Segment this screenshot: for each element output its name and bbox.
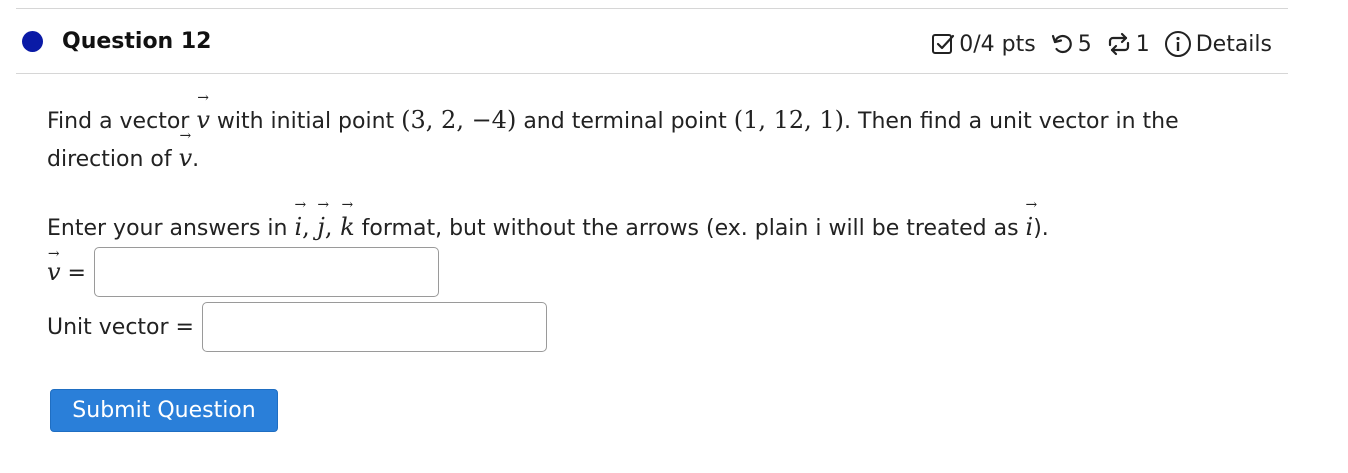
v-answer-label: → v = <box>47 246 86 286</box>
info-icon[interactable] <box>1164 30 1192 58</box>
question-text: Find a vector → v with initial point (3, … <box>47 90 1287 178</box>
unit-vector-label: Unit vector = <box>47 314 194 340</box>
points-text: 0/4 pts <box>959 31 1036 57</box>
question-meta: 0/4 pts 5 1 Details <box>931 30 1272 58</box>
initial-point: (3, 2, −4) <box>401 106 517 134</box>
vector-i: → i <box>1025 197 1038 241</box>
top-divider <box>16 8 1288 9</box>
v-answer-input[interactable] <box>94 247 439 297</box>
unit-answer-row: Unit vector = <box>47 302 547 352</box>
instruction-text-part: Enter your answers in <box>47 216 295 241</box>
format-instructions: Enter your answers in → i, → j, → k format,… <box>47 197 1049 247</box>
question-text-part: direction of <box>47 147 179 172</box>
comma: , <box>302 213 318 241</box>
details-link[interactable]: Details <box>1196 32 1272 57</box>
vector-j: → j <box>317 197 330 241</box>
submit-question-button[interactable]: Submit Question <box>50 389 278 432</box>
question-text-part: with initial point <box>209 109 402 134</box>
retry-icon <box>1050 32 1074 56</box>
vector-v: → v <box>47 246 61 286</box>
question-text-part: Find a vector <box>47 109 197 134</box>
header-divider <box>16 73 1288 74</box>
instruction-text-part: format, but without the arrows (ex. plai… <box>354 216 1026 241</box>
versions-icon <box>1106 32 1132 56</box>
vector-v: → v <box>178 128 193 172</box>
versions-count: 1 <box>1135 31 1150 57</box>
question-text-part: and terminal point <box>516 109 734 134</box>
instruction-text-part: ). <box>1033 216 1049 241</box>
attempts-count: 5 <box>1077 31 1092 57</box>
status-dot <box>22 31 43 52</box>
checkbox-icon <box>931 32 955 56</box>
terminal-point: (1, 12, 1) <box>733 106 845 134</box>
question-text-part: . Then find a unit vector in the <box>844 109 1179 134</box>
v-answer-row: → v = <box>47 247 439 297</box>
vector-i: → i <box>294 197 307 241</box>
comma: , <box>324 213 341 241</box>
question-text-part: . <box>192 147 200 172</box>
unit-vector-input[interactable] <box>202 302 547 352</box>
vector-k: → k <box>340 197 355 241</box>
vector-v: → v <box>196 90 210 134</box>
question-page: Question 12 0/4 pts 5 1 Details Find a v… <box>0 0 1348 473</box>
question-title: Question 12 <box>62 29 212 54</box>
